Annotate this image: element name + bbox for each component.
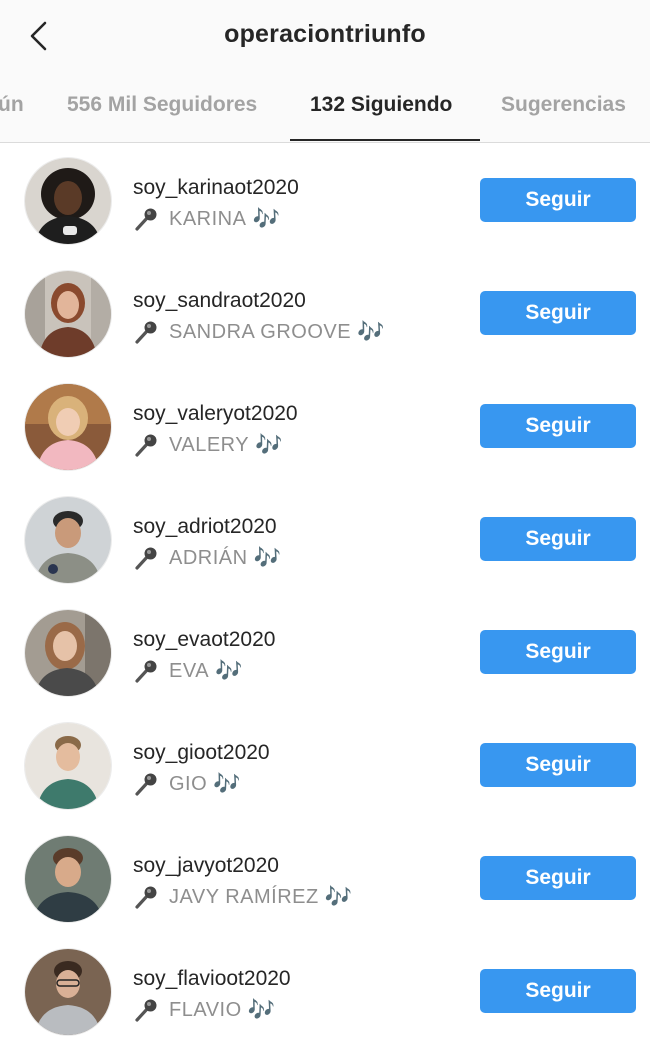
microphone-icon [135,773,157,796]
active-tab-indicator [290,139,480,141]
music-notes-icon: 🎶 [215,658,243,684]
microphone-icon [135,208,157,231]
display-name-line: GIO 🎶 [133,771,241,797]
tab-suggestions[interactable]: Sugerencias [501,93,626,117]
avatar[interactable] [25,271,111,357]
music-notes-icon: 🎶 [357,319,385,345]
avatar[interactable] [25,949,111,1035]
microphone-icon [135,321,157,344]
display-name-line: KARINA 🎶 [133,206,280,232]
music-notes-icon: 🎶 [247,997,276,1023]
tab-following[interactable]: 132 Siguiendo [310,93,452,117]
avatar-image [25,384,111,470]
avatar-image [25,723,111,809]
music-notes-icon: 🎶 [213,771,241,797]
top-bar: operaciontriunfo [0,0,650,72]
avatar-image [25,610,111,696]
avatar[interactable] [25,723,111,809]
tab-bar: ún 556 Mil Seguidores 132 Siguiendo Suge… [0,72,650,143]
list-item[interactable]: soy_sandraot2020 SANDRA GROOVE 🎶 Seguir [0,256,650,369]
display-name-line: JAVY RAMÍREZ 🎶 [133,884,352,910]
avatar[interactable] [25,384,111,470]
microphone-icon [135,660,157,683]
username[interactable]: soy_evaot2020 [133,628,275,652]
follow-button[interactable]: Seguir [480,743,636,787]
username[interactable]: soy_javyot2020 [133,854,279,878]
display-name: GIO [169,772,208,795]
username[interactable]: soy_gioot2020 [133,741,270,765]
list-item[interactable]: soy_evaot2020 EVA 🎶 Seguir [0,595,650,708]
display-name: VALERY [169,433,250,456]
display-name: ADRIÁN [169,546,248,569]
username[interactable]: soy_adriot2020 [133,515,277,539]
display-name: SANDRA GROOVE [169,320,352,343]
display-name-line: SANDRA GROOVE 🎶 [133,319,385,345]
display-name: KARINA [169,207,247,230]
avatar-image [25,158,111,244]
tab-common[interactable]: ún [0,93,24,117]
list-item[interactable]: soy_javyot2020 JAVY RAMÍREZ 🎶 Seguir [0,821,650,934]
microphone-icon [135,886,157,909]
tab-followers[interactable]: 556 Mil Seguidores [67,93,257,117]
list-item[interactable]: soy_karinaot2020 KARINA 🎶 Seguir [0,143,650,256]
username[interactable]: soy_flavioot2020 [133,967,291,991]
avatar[interactable] [25,836,111,922]
avatar-image [25,836,111,922]
display-name-line: VALERY 🎶 [133,432,283,458]
display-name-line: ADRIÁN 🎶 [133,545,281,571]
microphone-icon [135,547,157,570]
display-name: JAVY RAMÍREZ [169,885,319,908]
follow-button[interactable]: Seguir [480,517,636,561]
music-notes-icon: 🎶 [324,884,353,910]
list-item[interactable]: soy_adriot2020 ADRIÁN 🎶 Seguir [0,482,650,595]
display-name: EVA [169,659,210,682]
microphone-icon [135,999,157,1022]
music-notes-icon: 🎶 [252,206,280,232]
display-name: FLAVIO [169,998,242,1021]
page-title: operaciontriunfo [224,20,426,48]
music-notes-icon: 🎶 [253,545,281,571]
avatar-image [25,271,111,357]
follow-button[interactable]: Seguir [480,404,636,448]
display-name-line: FLAVIO 🎶 [133,997,275,1023]
avatar[interactable] [25,610,111,696]
follow-button[interactable]: Seguir [480,630,636,674]
username[interactable]: soy_valeryot2020 [133,402,298,426]
avatar[interactable] [25,497,111,583]
list-item[interactable]: soy_gioot2020 GIO 🎶 Seguir [0,708,650,821]
microphone-icon [135,434,157,457]
avatar[interactable] [25,158,111,244]
follow-button[interactable]: Seguir [480,291,636,335]
follow-button[interactable]: Seguir [480,856,636,900]
follow-button[interactable]: Seguir [480,178,636,222]
avatar-image [25,497,111,583]
follow-button[interactable]: Seguir [480,969,636,1013]
display-name-line: EVA 🎶 [133,658,242,684]
username[interactable]: soy_sandraot2020 [133,289,306,313]
list-item[interactable]: soy_valeryot2020 VALERY 🎶 Seguir [0,369,650,482]
music-notes-icon: 🎶 [255,432,283,458]
username[interactable]: soy_karinaot2020 [133,176,299,200]
avatar-image [25,949,111,1035]
list-item[interactable]: soy_flavioot2020 FLAVIO 🎶 Seguir [0,934,650,1047]
